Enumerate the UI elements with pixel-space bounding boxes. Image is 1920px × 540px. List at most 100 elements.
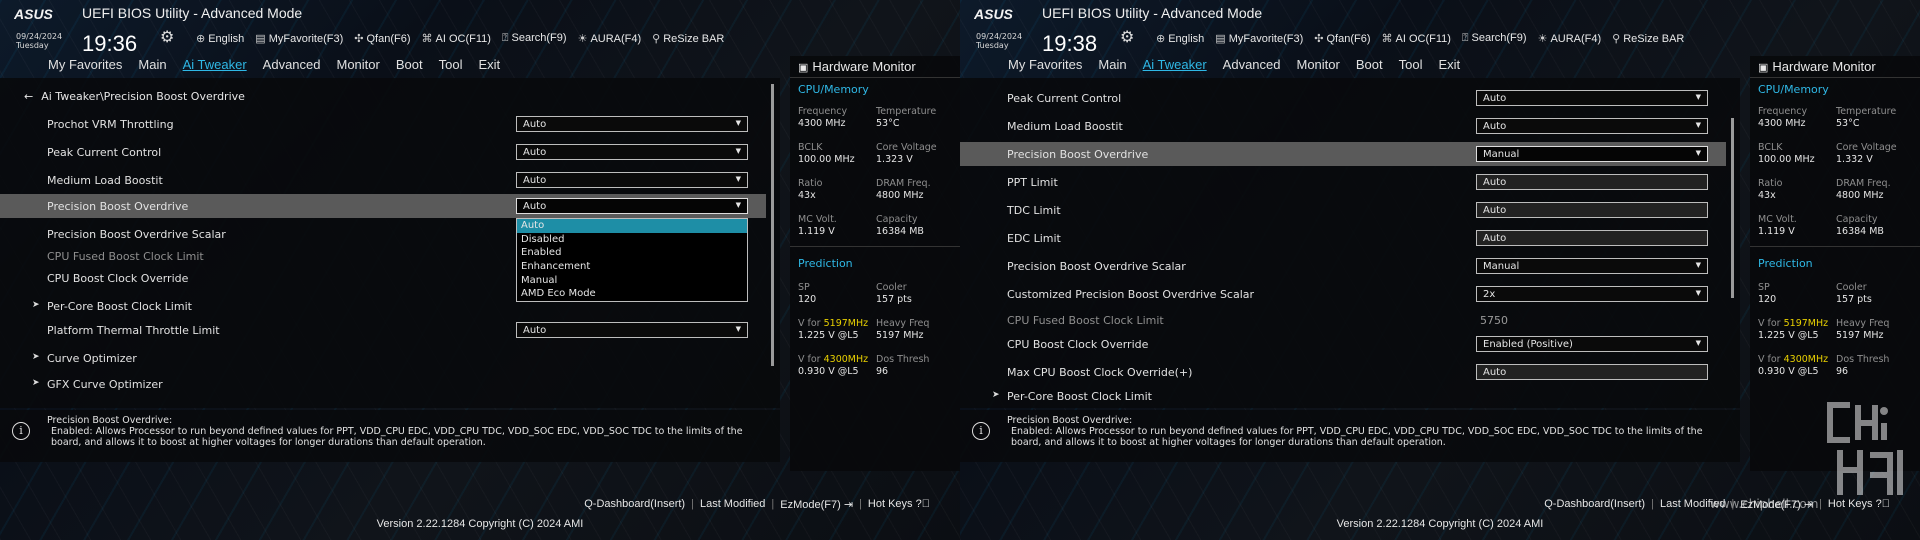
option-disabled[interactable]: Disabled — [517, 233, 747, 247]
tab-exit[interactable]: Exit — [1430, 57, 1468, 72]
dropdown-select[interactable]: Auto ▼ — [516, 144, 748, 160]
caret-down-icon: ▼ — [1695, 339, 1701, 347]
dropdown-select[interactable]: Auto ▼ — [516, 198, 748, 214]
tab-ai-tweaker[interactable]: Ai Tweaker — [175, 57, 255, 72]
setting-row[interactable]: PPT Limit Auto — [960, 170, 1726, 194]
dropdown-select[interactable]: Auto ▼ — [1476, 118, 1708, 134]
dropdown-select[interactable]: Auto ▼ — [516, 322, 748, 338]
toolbar-aura[interactable]: ☀ AURA(F4) — [578, 32, 642, 45]
back-arrow-icon[interactable]: ← — [24, 90, 33, 103]
setting-row[interactable]: Peak Current Control Auto ▼ — [0, 140, 766, 164]
toolbar-search[interactable]: ⍰ Search(F9) — [502, 32, 567, 45]
toolbar-resize-bar[interactable]: ⚲ ReSize BAR — [652, 32, 724, 45]
tab-my-favorites[interactable]: My Favorites — [1000, 57, 1090, 72]
setting-row[interactable]: Medium Load Boostit Auto ▼ — [0, 168, 766, 192]
toolbar-search[interactable]: ⍰ Search(F9) — [1462, 32, 1527, 45]
tab-monitor[interactable]: Monitor — [329, 57, 388, 72]
hot-keys-link[interactable]: Hot Keys ?⃞ — [1828, 498, 1890, 511]
gear-icon[interactable]: ⚙ — [160, 27, 174, 46]
setting-row[interactable]: CPU Boost Clock Override Enabled (Positiv… — [960, 332, 1726, 356]
setting-row-selected[interactable]: Precision Boost Overdrive Auto ▼ — [0, 194, 766, 218]
setting-row[interactable]: TDC Limit Auto — [960, 198, 1726, 222]
dropdown-select[interactable]: Auto ▼ — [1476, 90, 1708, 106]
ezmode-link[interactable]: EzMode(F7) ⇥ — [780, 498, 853, 511]
dropdown-select[interactable]: Manual ▼ — [1476, 258, 1708, 274]
chiphell-watermark-logo — [1827, 402, 1903, 495]
tab-my-favorites[interactable]: My Favorites — [40, 57, 130, 72]
tab-boot[interactable]: Boot — [1348, 57, 1391, 72]
toolbar-ai-oc[interactable]: ⌘ AI OC(F11) — [422, 32, 491, 45]
text-input[interactable]: Auto — [1476, 202, 1708, 218]
hardware-monitor: ▣ Hardware Monitor CPU/Memory Frequency 43… — [790, 56, 960, 471]
dropdown-select[interactable]: 2x ▼ — [1476, 286, 1708, 302]
tab-monitor[interactable]: Monitor — [1289, 57, 1348, 72]
text-input[interactable]: Auto — [1476, 174, 1708, 190]
tab-advanced[interactable]: Advanced — [255, 57, 329, 72]
q-dashboard-link[interactable]: Q-Dashboard(Insert) — [1544, 498, 1645, 511]
setting-row[interactable]: EDC Limit Auto — [960, 226, 1726, 250]
chevron-right-icon: ➤ — [992, 390, 1000, 400]
globe-icon: ⊕ — [196, 33, 206, 45]
setting-row[interactable]: Prochot VRM Throttling Auto ▼ — [0, 112, 766, 136]
breadcrumb[interactable]: ← Ai Tweaker\Precision Boost Overdrive — [24, 90, 245, 103]
resize-icon: ⚲ — [1612, 33, 1621, 45]
scrollbar[interactable] — [1731, 118, 1734, 298]
dropdown-select[interactable]: Manual ▼ — [1476, 146, 1708, 162]
tab-exit[interactable]: Exit — [470, 57, 508, 72]
option-auto[interactable]: Auto — [517, 219, 747, 233]
text-input[interactable]: Auto — [1476, 364, 1708, 380]
submenu-row[interactable]: ➤ GFX Curve Optimizer — [0, 372, 766, 396]
tab-boot[interactable]: Boot — [388, 57, 431, 72]
tab-main[interactable]: Main — [130, 57, 174, 72]
resize-icon: ⚲ — [652, 33, 661, 45]
setting-row[interactable]: Peak Current Control Auto ▼ — [960, 86, 1726, 110]
toolbar-myfavorite[interactable]: ▤ MyFavorite(F3) — [255, 32, 343, 45]
text-input[interactable]: Auto — [1476, 230, 1708, 246]
toolbar-myfavorite[interactable]: ▤ MyFavorite(F3) — [1215, 32, 1303, 45]
tab-main[interactable]: Main — [1090, 57, 1134, 72]
setting-row-selected[interactable]: Precision Boost Overdrive Manual ▼ — [960, 142, 1726, 166]
main-menu: My Favorites Main Ai Tweaker Advanced Mo… — [1000, 57, 1468, 72]
tab-ai-tweaker[interactable]: Ai Tweaker — [1135, 57, 1215, 72]
option-enhancement[interactable]: Enhancement — [517, 260, 747, 274]
option-manual[interactable]: Manual — [517, 274, 747, 288]
tab-advanced[interactable]: Advanced — [1215, 57, 1289, 72]
setting-row[interactable]: Medium Load Boostit Auto ▼ — [960, 114, 1726, 138]
settings-content: ← Ai Tweaker\Precision Boost Overdrive Pr… — [0, 78, 780, 408]
submenu-row[interactable]: ➤ Curve Optimizer — [0, 346, 766, 370]
info-icon: i — [12, 422, 30, 440]
tab-tool[interactable]: Tool — [1391, 57, 1431, 72]
svg-text:ASUS: ASUS — [14, 6, 54, 22]
option-enabled[interactable]: Enabled — [517, 246, 747, 260]
submenu-row[interactable]: ➤ Per-Core Boost Clock Limit — [960, 384, 1726, 408]
q-dashboard-link[interactable]: Q-Dashboard(Insert) — [584, 498, 685, 511]
last-modified-link[interactable]: Last Modified — [1660, 498, 1725, 511]
toolbar-language[interactable]: ⊕ English — [1156, 32, 1204, 45]
toolbar-aura[interactable]: ☀ AURA(F4) — [1538, 32, 1602, 45]
scrollbar[interactable] — [771, 84, 774, 366]
toolbar-resize-bar[interactable]: ⚲ ReSize BAR — [1612, 32, 1684, 45]
hot-keys-link[interactable]: Hot Keys ?⃞ — [868, 498, 930, 511]
toolbar-qfan[interactable]: ✣ Qfan(F6) — [1314, 32, 1370, 45]
chevron-right-icon: ➤ — [32, 300, 40, 310]
dropdown-select[interactable]: Enabled (Positive) ▼ — [1476, 336, 1708, 352]
setting-row[interactable]: Customized Precision Boost Overdrive Sca… — [960, 282, 1726, 306]
gear-icon[interactable]: ⚙ — [1120, 27, 1134, 46]
setting-row[interactable]: Platform Thermal Throttle Limit Auto ▼ — [0, 318, 766, 342]
tab-tool[interactable]: Tool — [431, 57, 471, 72]
globe-icon: ⊕ — [1156, 33, 1166, 45]
header: ASUS UEFI BIOS Utility - Advanced Mode 0… — [960, 0, 1920, 58]
setting-row[interactable]: Max CPU Boost Clock Override(+) Auto — [960, 360, 1726, 384]
toolbar-language[interactable]: ⊕ English — [196, 32, 244, 45]
help-icon: ?⃞ — [915, 498, 930, 510]
version-text: Version 2.22.1284 Copyright (C) 2024 AMI — [1336, 518, 1544, 530]
toolbar-ai-oc[interactable]: ⌘ AI OC(F11) — [1382, 32, 1451, 45]
dropdown-select[interactable]: Auto ▼ — [516, 172, 748, 188]
option-amd-eco-mode[interactable]: AMD Eco Mode — [517, 287, 747, 301]
dropdown-select[interactable]: Auto ▼ — [516, 116, 748, 132]
dropdown-options-list: Auto Disabled Enabled Enhancement Manual… — [516, 218, 748, 302]
ezmode-link[interactable]: EzMode(F7) ⇥ — [1740, 498, 1813, 511]
toolbar-qfan[interactable]: ✣ Qfan(F6) — [354, 32, 410, 45]
setting-row[interactable]: Precision Boost Overdrive Scalar Manual ▼ — [960, 254, 1726, 278]
last-modified-link[interactable]: Last Modified — [700, 498, 765, 511]
